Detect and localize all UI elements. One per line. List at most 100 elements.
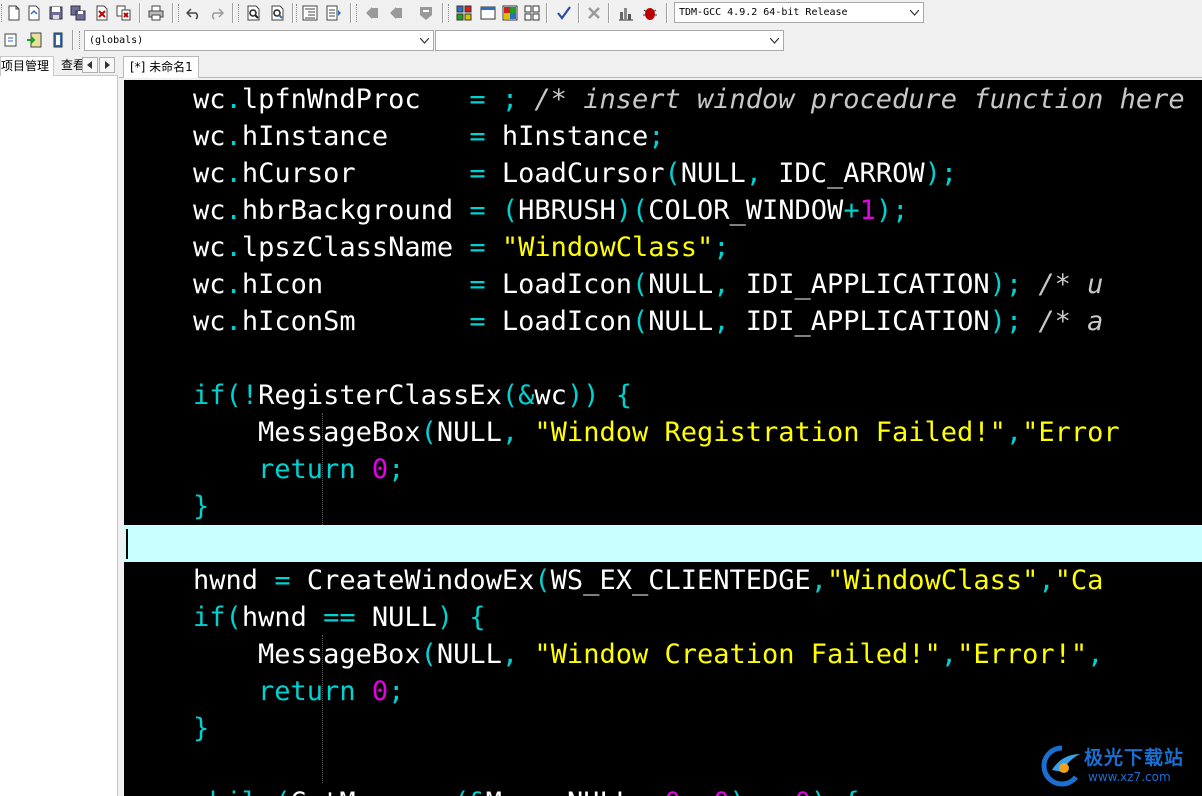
code-line[interactable]: if(hwnd == NULL) {	[124, 599, 1202, 636]
active-code-line[interactable]	[124, 525, 1202, 562]
goto-icon[interactable]	[416, 3, 436, 23]
compile-run-icon[interactable]	[500, 3, 520, 23]
chevron-right-icon	[105, 61, 110, 69]
project-add-icon[interactable]	[24, 30, 44, 50]
code-token: .	[225, 158, 242, 189]
print-icon[interactable]	[146, 3, 166, 23]
chevron-down-icon[interactable]	[416, 31, 433, 50]
code-line[interactable]: hwnd = CreateWindowEx(WS_EX_CLIENTEDGE,"…	[124, 562, 1202, 599]
code-token: "Window Registration Failed!"	[534, 417, 1006, 448]
code-line[interactable]: wc.lpfnWndProc = ; /* insert window proc…	[124, 81, 1202, 118]
code-token: "WindowClass"	[501, 232, 714, 263]
replace-icon[interactable]	[268, 3, 288, 23]
code-line[interactable]: wc.hCursor = LoadCursor(NULL, IDC_ARROW)…	[124, 155, 1202, 192]
new-file-icon[interactable]	[4, 3, 24, 23]
save-all-icon[interactable]	[68, 3, 88, 23]
code-token: lpfnWndProc	[241, 84, 470, 115]
text-caret	[126, 529, 128, 559]
debug-icon[interactable]	[640, 3, 660, 23]
code-token: wc	[128, 121, 226, 152]
undo-icon[interactable]	[184, 3, 204, 23]
code-line[interactable]: return 0;	[124, 673, 1202, 710]
stop-icon[interactable]	[584, 3, 604, 23]
project-remove-icon[interactable]	[48, 30, 68, 50]
code-token: (&	[501, 380, 535, 411]
code-token: (	[631, 269, 649, 300]
bookmark-next-icon[interactable]	[386, 3, 406, 23]
indent-icon[interactable]	[300, 3, 320, 23]
code-token: hwnd	[241, 602, 324, 633]
code-token: wc	[128, 232, 226, 263]
code-token: hbrBackground	[241, 195, 470, 226]
rebuild-icon[interactable]	[522, 3, 542, 23]
code-token: }	[128, 713, 210, 744]
code-token: /* insert window procedure function here…	[534, 84, 1202, 115]
panel-tabs: 项目管理 查看	[0, 54, 118, 76]
code-token: ) {	[436, 602, 486, 633]
code-line[interactable]: wc.hIconSm = LoadIcon(NULL, IDI_APPLICAT…	[124, 303, 1202, 340]
watermark-text: 极光下载站	[1084, 747, 1185, 769]
symbol-select[interactable]	[435, 30, 784, 51]
code-editor[interactable]: wc.lpfnWndProc = ; /* insert window proc…	[124, 80, 1202, 796]
code-line[interactable]: return 0;	[124, 451, 1202, 488]
code-token: ,	[713, 306, 746, 337]
run-icon[interactable]	[478, 3, 498, 23]
save-icon[interactable]	[46, 3, 66, 23]
find-icon[interactable]	[244, 3, 264, 23]
code-line[interactable]: MessageBox(NULL, "Window Creation Failed…	[124, 636, 1202, 673]
code-token: lpszClassName	[241, 232, 470, 263]
code-token: HBRUSH	[518, 195, 616, 226]
project-new-icon[interactable]	[1, 30, 21, 50]
project-panel: 项目管理 查看	[0, 54, 118, 796]
code-token: hIcon	[241, 269, 470, 300]
scope-select[interactable]: (globals)	[84, 30, 434, 51]
chevron-down-icon[interactable]	[766, 31, 783, 50]
code-token: (	[664, 158, 681, 189]
code-line[interactable]: wc.hInstance = hInstance;	[124, 118, 1202, 155]
code-token: MessageBox	[128, 639, 421, 670]
open-file-icon[interactable]	[24, 3, 44, 23]
code-token: ,	[940, 639, 958, 670]
code-token: COLOR_WINDOW	[648, 195, 844, 226]
close-all-icon[interactable]	[114, 3, 134, 23]
editor-file-tab[interactable]: [*] 未命名1	[123, 56, 199, 78]
bookmark-prev-icon[interactable]	[362, 3, 382, 23]
code-line[interactable]: wc.hIcon = LoadIcon(NULL, IDI_APPLICATIO…	[124, 266, 1202, 303]
tab-view[interactable]: 查看	[58, 56, 82, 76]
code-token: "Error	[1022, 417, 1120, 448]
code-token: );	[989, 306, 1039, 337]
code-token: LoadCursor	[501, 158, 665, 189]
chart-icon[interactable]	[616, 3, 636, 23]
code-token: )(	[615, 195, 649, 226]
code-token: ,	[1005, 417, 1023, 448]
code-token: ,	[501, 417, 535, 448]
tab-scroll-right-button[interactable]	[99, 57, 115, 73]
code-line[interactable]: wc.hbrBackground = (HBRUSH)(COLOR_WINDOW…	[124, 192, 1202, 229]
code-token: 0	[371, 676, 389, 707]
code-token: )) {	[566, 380, 632, 411]
compiler-select[interactable]: TDM-GCC 4.9.2 64-bit Release	[674, 2, 924, 23]
close-file-icon[interactable]	[92, 3, 112, 23]
main-toolbar: TDM-GCC 4.9.2 64-bit Release	[0, 0, 1202, 26]
code-line[interactable]: MessageBox(NULL, "Window Registration Fa…	[124, 414, 1202, 451]
code-token: =	[274, 565, 307, 596]
code-line[interactable]: if(!RegisterClassEx(&wc)) {	[124, 377, 1202, 414]
code-token: LoadIcon	[501, 306, 632, 337]
syntax-check-icon[interactable]	[554, 3, 574, 23]
tab-project-manager[interactable]: 项目管理	[0, 56, 54, 76]
code-token: IDI_APPLICATION	[745, 306, 990, 337]
code-line[interactable]: wc.lpszClassName = "WindowClass";	[124, 229, 1202, 266]
code-line[interactable]: }	[124, 488, 1202, 525]
redo-icon[interactable]	[206, 3, 226, 23]
code-token: (!	[225, 380, 259, 411]
unindent-icon[interactable]	[324, 3, 344, 23]
tab-scroll-left-button[interactable]	[82, 57, 98, 73]
code-token: "Error!"	[957, 639, 1088, 670]
code-line[interactable]	[124, 340, 1202, 377]
compile-icon[interactable]	[454, 3, 474, 23]
code-token: return	[128, 454, 372, 485]
code-token: "Window Creation Failed!"	[534, 639, 941, 670]
code-token: }	[128, 491, 210, 522]
scope-select-value: (globals)	[89, 35, 144, 46]
chevron-down-icon[interactable]	[906, 3, 923, 22]
